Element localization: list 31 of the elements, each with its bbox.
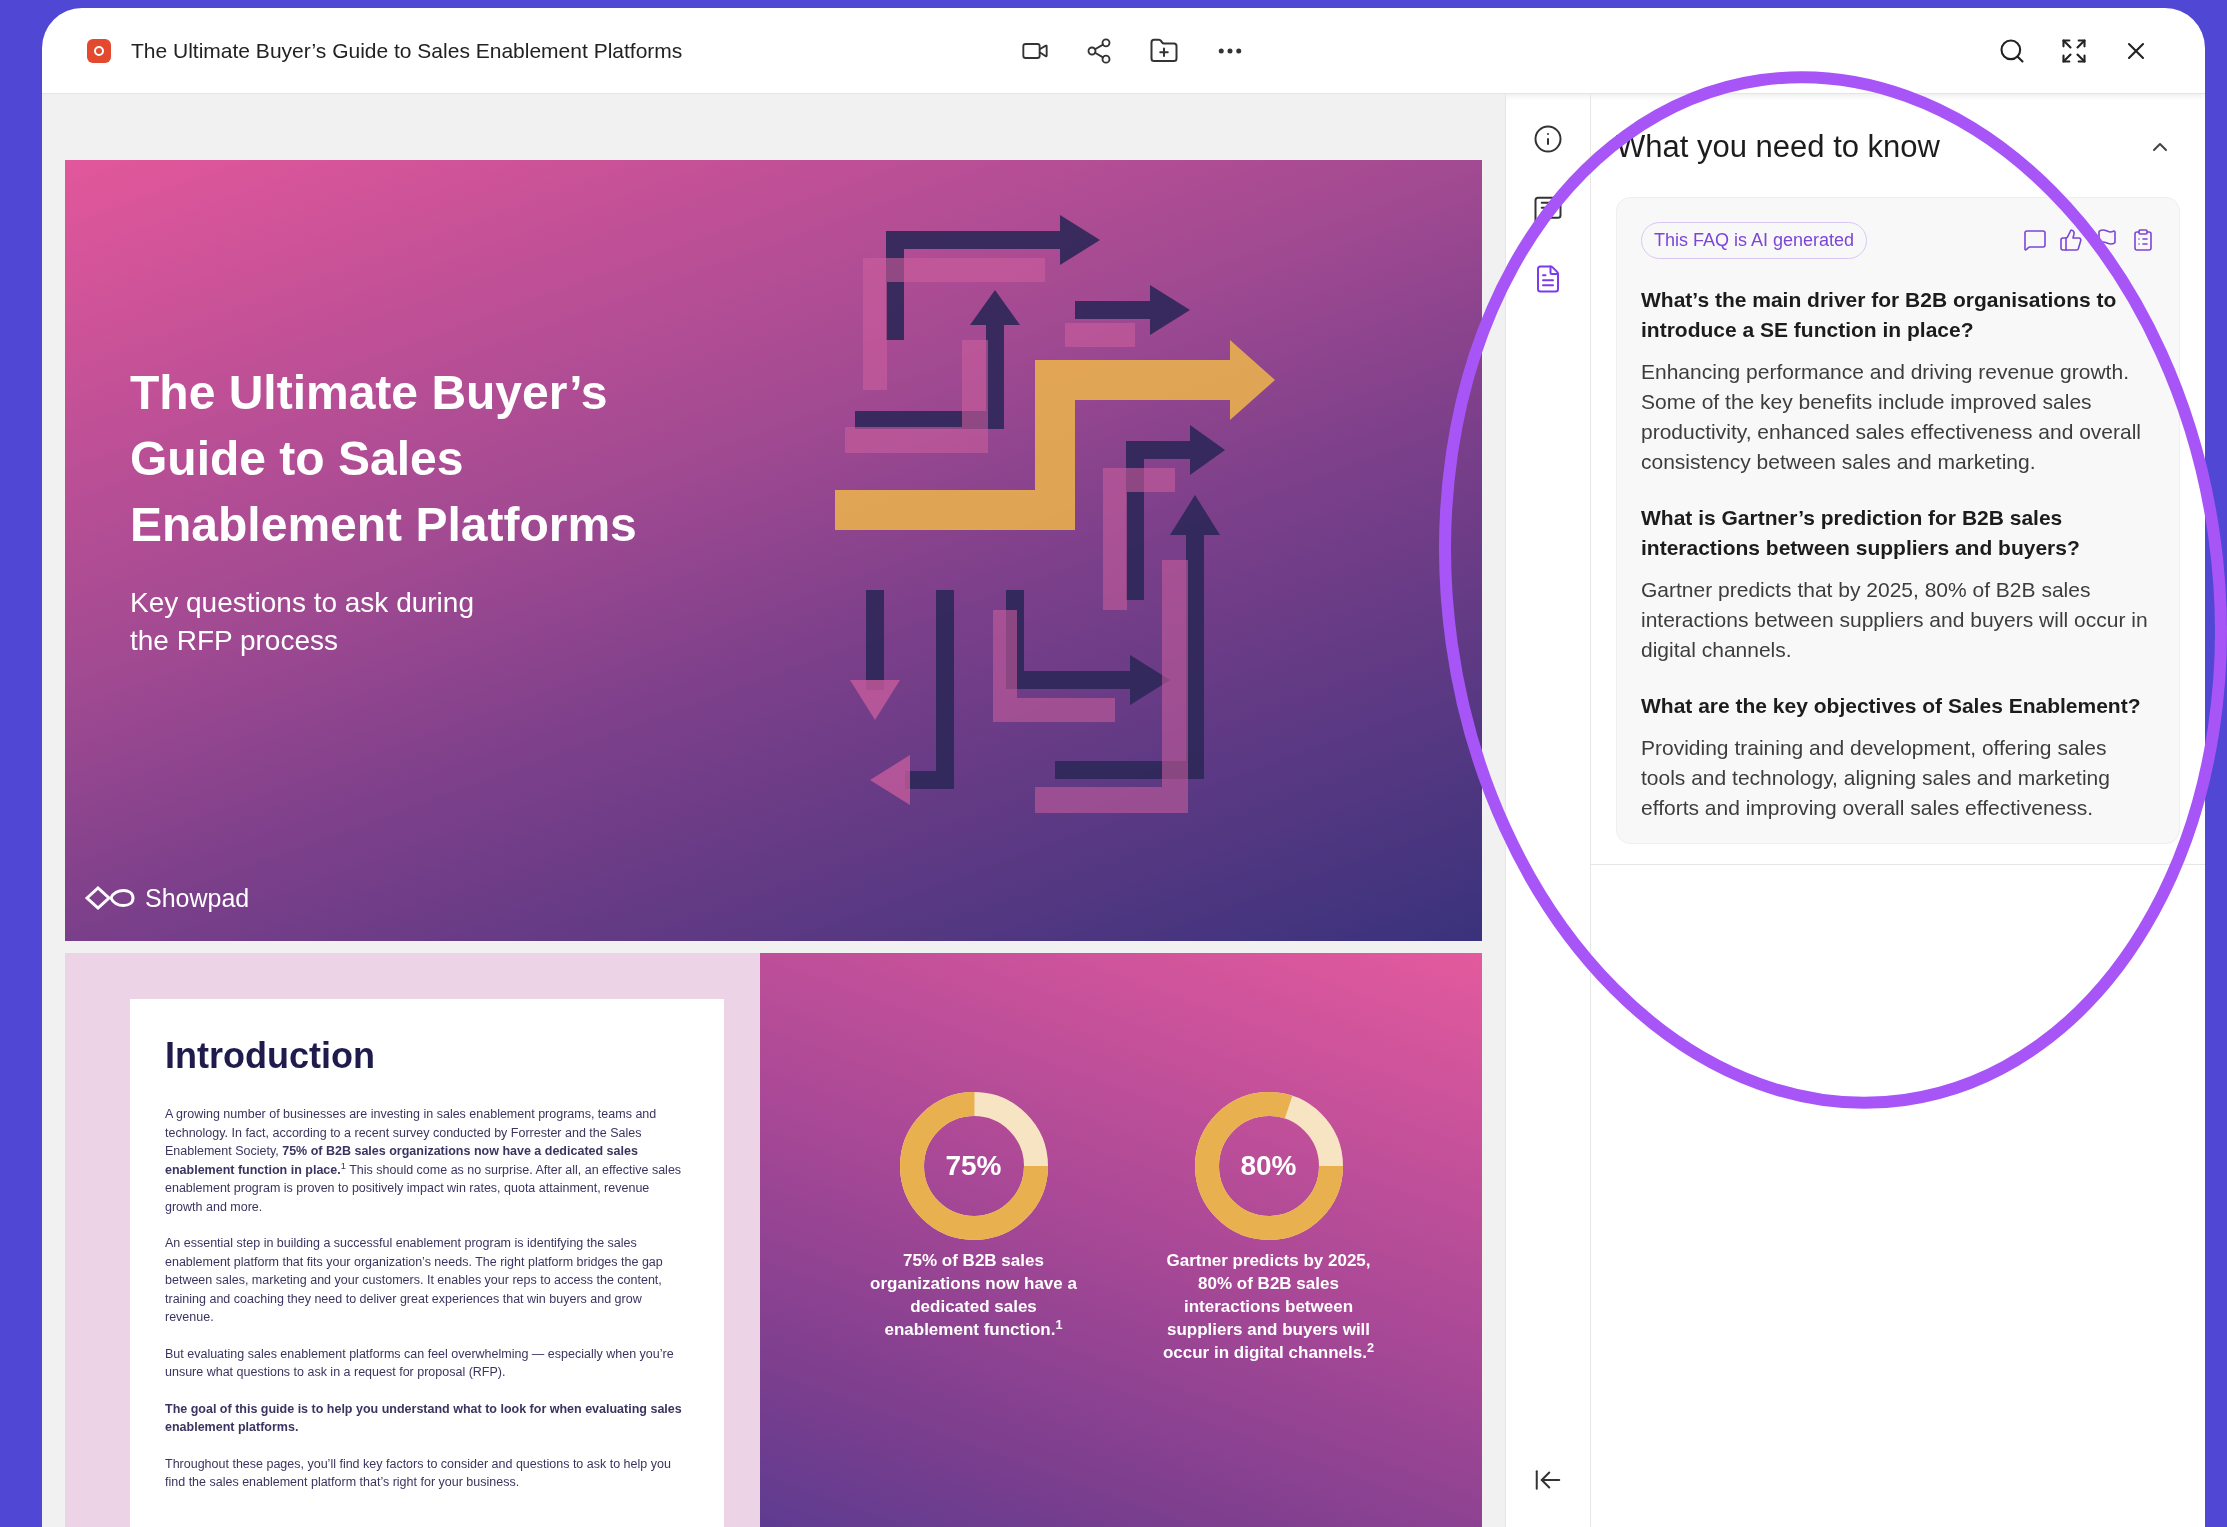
clipboard-icon[interactable] <box>2131 228 2155 252</box>
intro-paragraph: But evaluating sales enablement platforms can feel overwhelming — especially when you’re unsure what questions to ask in a request for proposal (RFP). <box>165 1345 675 1381</box>
share-icon[interactable] <box>1085 36 1113 65</box>
app-logo-icon <box>87 38 111 63</box>
faq-answer: Providing training and development, offering sales tools and technology, aligning sales and marketing efforts and improving overall sales effectiveness. <box>1641 734 2111 821</box>
expand-icon[interactable] <box>2060 36 2088 65</box>
stat-value: 80% <box>1240 1149 1297 1183</box>
intro-heading: Introduction <box>165 1034 376 1078</box>
cover-title: Guide to Sales <box>130 431 465 487</box>
faq-question: What are the key objectives of Sales Enablement? <box>1641 692 2142 719</box>
search-icon[interactable] <box>1998 36 2026 65</box>
brand-name: Showpad <box>145 882 250 914</box>
cover-subtitle: the RFP process <box>130 624 340 658</box>
intro-paragraph: A growing number of businesses are investing in sales enablement programs, teams and technology. In fact, according to a recent survey conducted by Forrester and the Sales Enablement Society, 75% of B2B sales organizations now have a dedicated sales enablement function in place.$^{1}$ This should come as no surprise. After all, an effective sales enablement program is proven to positively impact win rates, quota attainment, revenue growth and more. <box>165 1106 683 1216</box>
intro-paragraph: The goal of this guide is to help you understand what to look for when evaluating sales enablement platforms. <box>165 1400 683 1436</box>
stat-caption: Gartner predicts by 2025, 80% of B2B sales interactions between suppliers and buyers will occur in digital channels.$^{2}$ <box>1161 1250 1376 1364</box>
faq-question: What is Gartner’s prediction for B2B sales interactions between suppliers and buyers? <box>1641 504 2081 561</box>
cover-title: Enablement Platforms <box>130 497 638 553</box>
window-title: The Ultimate Buyer’s Guide to Sales Enablement Platforms <box>131 37 684 64</box>
faq-answer: Gartner predicts that by 2025, 80% of B2B sales interactions between suppliers and buyers will occur in digital channels. <box>1641 576 2149 663</box>
intro-paragraph: An essential step in building a successful enablement program is identifying the sales enablement platform that fits your organization’s needs. The right platform bridges the gap between sales, marketing and your customers. It enables your reps to access the content, training and coaching they need to deliver great experiences that win buyers and grow revenue. <box>165 1235 664 1326</box>
brand-logo-icon <box>85 885 135 912</box>
info-icon[interactable] <box>1533 124 1563 154</box>
faq-answer: Enhancing performance and driving revenue growth. Some of the key benefits include improved sales productivity, enhanced sales effectiveness and overall consistency between sales and marketing. <box>1641 358 2143 475</box>
cover-subtitle: Key questions to ask during <box>130 586 475 620</box>
faq-question: What’s the main driver for B2B organisations to introduce a SE function in place? <box>1641 286 2118 343</box>
thumbs-up-icon[interactable] <box>2059 228 2083 252</box>
stat-value: 75% <box>945 1149 1002 1183</box>
cover-title: The Ultimate Buyer’s <box>130 365 609 421</box>
stat-caption: 75% of B2B sales organizations now have a dedicated sales enablement function.$^{1}$ <box>869 1250 1078 1341</box>
intro-paragraph: Throughout these pages, you’ll find key factors to consider and questions to ask to help you find the sales enablement platform that’s right for your business. <box>165 1455 672 1491</box>
